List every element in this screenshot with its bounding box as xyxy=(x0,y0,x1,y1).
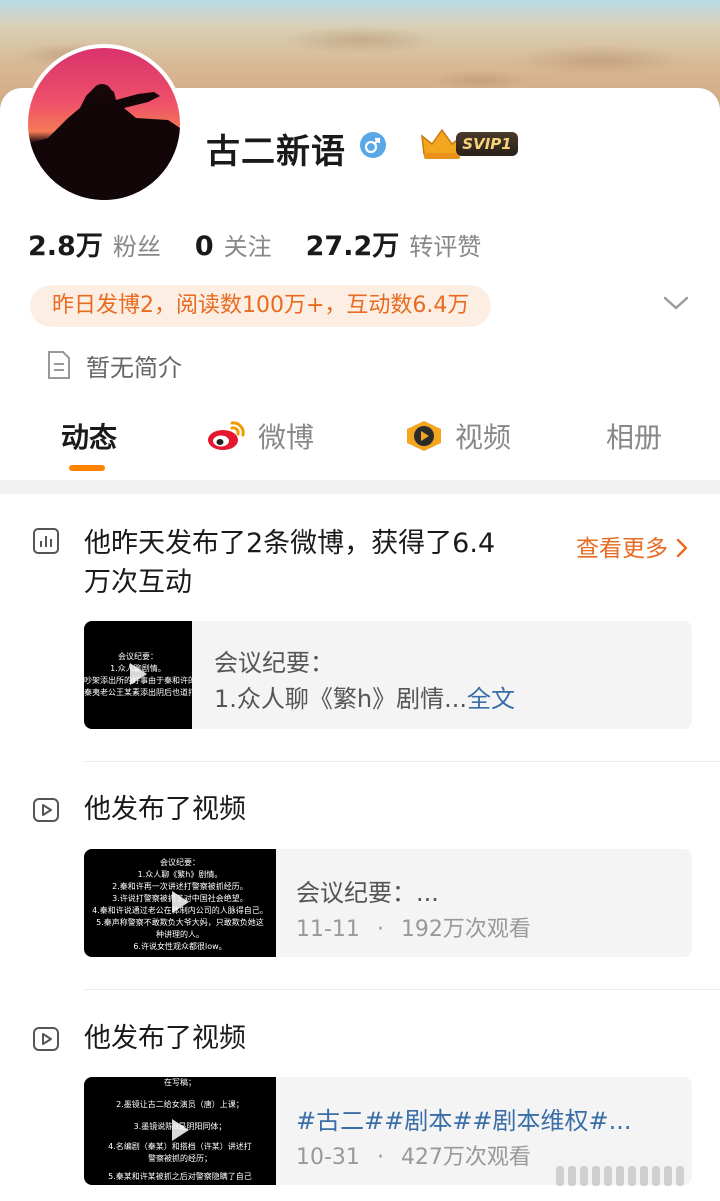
svip-badge[interactable]: SVIP1 xyxy=(456,132,518,156)
thumb-text: 5.秦某和许某被抓之后对警察隐瞒了自己 xyxy=(108,1172,252,1181)
tab-activity[interactable]: 动态 xyxy=(61,410,117,462)
feed-separator xyxy=(84,761,720,762)
video-views: 192万次观看 xyxy=(400,917,531,942)
stat-label: 关注 xyxy=(223,233,272,261)
video-thumbnail[interactable]: 在写稿； 2.墨镜让古二给女演员（唐）上课； 3.墨镜说陈d是阴阳同体； 4.名… xyxy=(84,1077,276,1185)
feed-separator xyxy=(84,989,720,990)
play-icon xyxy=(172,891,189,913)
stat-reposts-comments-likes[interactable]: 27.2万 转评赞 xyxy=(306,224,482,263)
tab-label: 视频 xyxy=(455,421,512,454)
video-views: 427万次观看 xyxy=(400,1145,531,1170)
thumb-text: 2.墨镜让古二给女演员（唐）上课； xyxy=(116,1100,244,1109)
full-text-link[interactable]: 全文 xyxy=(467,685,515,713)
video-play-icon xyxy=(407,421,441,451)
tab-album[interactable]: 相册 xyxy=(606,410,662,462)
video-date: 11-11 xyxy=(296,917,360,942)
play-icon xyxy=(172,1119,189,1141)
bar-chart-icon xyxy=(33,528,59,554)
male-icon xyxy=(360,132,386,158)
post-thumbnail[interactable]: 会议纪要： 1.众人聊剧情。 吵架添出所的好事由于秦和许的经 秦夷老公王某素添出… xyxy=(84,621,192,729)
video-hashtags[interactable]: #古二##剧本##剧本维权#... xyxy=(296,1101,632,1136)
section-divider xyxy=(0,480,720,494)
chevron-right-icon xyxy=(677,538,688,558)
post-card-line1: 会议纪要： xyxy=(214,649,334,677)
thumb-text: 5.秦声称警察不敢欺负大爷大妈，只敢欺负她这 xyxy=(96,918,264,927)
tab-label: 动态 xyxy=(61,421,118,454)
post-card[interactable]: 会议纪要： 1.众人聊剧情。 吵架添出所的好事由于秦和许的经 秦夷老公王某素添出… xyxy=(84,621,692,729)
profile-stats: 2.8万 粉丝 0 关注 27.2万 转评赞 xyxy=(28,224,515,264)
see-more-label: 查看更多 xyxy=(576,536,668,562)
video-meta: 10-31 · 427万次观看 xyxy=(296,1139,531,1171)
video-card[interactable]: 会议纪要： 1.众人聊《繁h》剧情。 2.秦和许再一次讲述打警察被抓经历。 3.… xyxy=(84,849,692,957)
thumb-text: 秦夷老公王某素添出阴后也道打警察 xyxy=(84,688,192,697)
meta-separator: · xyxy=(376,917,384,942)
tab-weibo[interactable]: 微博 xyxy=(206,410,314,462)
profile-name: 古二新语 xyxy=(206,132,346,172)
thumb-text: 警察被抓的经历； xyxy=(148,1154,212,1163)
video-card-title: 会议纪要：... xyxy=(296,879,439,907)
video-thumbnail[interactable]: 会议纪要： 1.众人聊《繁h》剧情。 2.秦和许再一次讲述打警察被抓经历。 3.… xyxy=(84,849,276,957)
thumb-text: 4.名编剧（秦某）和搭档（许某）讲述打 xyxy=(108,1142,252,1151)
chevron-down-icon[interactable] xyxy=(662,294,690,312)
weibo-logo-icon xyxy=(208,421,245,450)
thumb-text: 会议纪要： xyxy=(118,652,158,661)
thumb-text: 6.许说女性观众都很low。 xyxy=(133,942,227,951)
tab-label: 相册 xyxy=(606,421,663,454)
meta-separator: · xyxy=(376,1145,384,1170)
active-tab-indicator xyxy=(69,465,105,471)
stat-followers[interactable]: 2.8万 粉丝 xyxy=(28,224,161,263)
feed-video-title: 他发布了视频 xyxy=(84,1023,246,1054)
avatar[interactable] xyxy=(24,44,184,204)
stat-value: 0 xyxy=(194,231,214,262)
document-icon xyxy=(48,351,70,379)
play-icon xyxy=(130,663,147,685)
bio-text: 暂无简介 xyxy=(86,354,182,382)
video-icon xyxy=(33,798,59,822)
feed-stats-title-line1: 他昨天发布了2条微博，获得了6.4 xyxy=(84,528,496,559)
stat-following[interactable]: 0 关注 xyxy=(195,227,272,262)
avatar-silhouette xyxy=(28,84,180,200)
thumb-text: 1.众人聊《繁h》剧情。 xyxy=(137,870,223,879)
watermark xyxy=(556,1166,706,1188)
video-icon xyxy=(33,1027,59,1051)
activity-summary-pill[interactable]: 昨日发博2，阅读数100万+，互动数6.4万 xyxy=(30,285,492,327)
thumb-text: 种讲理的人。 xyxy=(156,930,204,939)
thumb-text: 在写稿； xyxy=(164,1078,196,1087)
stat-value: 2.8万 xyxy=(28,231,103,262)
thumb-text: 会议纪要： xyxy=(160,858,200,867)
post-card-line2: 1.众人聊《繁h》剧情...全文 xyxy=(214,679,515,714)
feed-stats-title-line2: 万次互动 xyxy=(84,567,192,598)
tab-video[interactable]: 视频 xyxy=(405,410,511,462)
see-more-link[interactable]: 查看更多 xyxy=(576,529,689,563)
profile-tabs: 动态 微博 视频 相册 xyxy=(0,410,720,470)
stat-value: 27.2万 xyxy=(305,231,400,262)
stat-label: 粉丝 xyxy=(112,233,161,261)
tab-label: 微博 xyxy=(258,421,315,454)
stat-label: 转评赞 xyxy=(409,233,482,261)
post-excerpt: 1.众人聊《繁h》剧情... xyxy=(214,685,467,713)
video-meta: 11-11 · 192万次观看 xyxy=(296,911,531,943)
feed-video-title: 他发布了视频 xyxy=(84,794,246,825)
video-date: 10-31 xyxy=(296,1145,360,1170)
